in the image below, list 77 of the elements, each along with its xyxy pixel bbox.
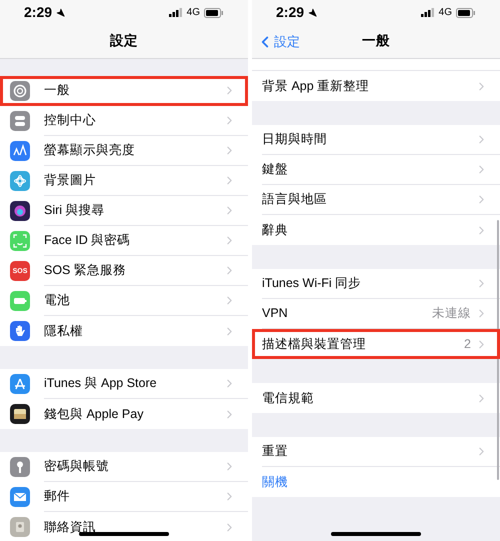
- settings-row[interactable]: 螢幕顯示與亮度: [0, 136, 248, 166]
- row-label: 控制中心: [44, 112, 96, 130]
- row-value: 未連線: [432, 305, 471, 322]
- row-label: 郵件: [44, 488, 70, 506]
- row-label: Face ID 與密碼: [44, 232, 130, 250]
- signal-icon: [168, 8, 183, 17]
- settings-row[interactable]: 郵件: [0, 482, 248, 512]
- settings-row[interactable]: 控制中心: [0, 106, 248, 136]
- settings-row[interactable]: 一般: [0, 76, 248, 106]
- location-icon: [56, 8, 66, 17]
- row-label: 錢包與 Apple Pay: [44, 406, 144, 423]
- settings-icon: [10, 111, 30, 131]
- battery-icon: [456, 8, 476, 18]
- row-label: 密碼與帳號: [44, 458, 109, 476]
- row-label: 重置: [262, 443, 288, 460]
- settings-icon: [10, 404, 30, 424]
- settings-row[interactable]: 電信規範: [252, 383, 500, 413]
- row-label: 隱私權: [44, 322, 83, 340]
- back-button[interactable]: 設定: [256, 32, 300, 52]
- nav-title: 設定: [110, 32, 138, 50]
- row-label: 日期與時間: [262, 131, 327, 148]
- settings-icon: [10, 141, 30, 161]
- settings-icon: [10, 374, 30, 394]
- row-label: 關機: [262, 474, 288, 491]
- settings-row[interactable]: Face ID 與密碼: [0, 226, 248, 256]
- settings-icon: [10, 457, 30, 477]
- settings-row[interactable]: 電池: [0, 286, 248, 316]
- settings-row[interactable]: 日期與時間: [252, 125, 500, 155]
- network-label: 4G: [438, 6, 452, 20]
- row-label: VPN: [262, 305, 288, 322]
- settings-row[interactable]: 語言與地區: [252, 185, 500, 215]
- settings-icon: [10, 321, 30, 341]
- row-label: 鍵盤: [262, 161, 288, 178]
- settings-row[interactable]: 背景 App 重新整理: [252, 71, 500, 101]
- settings-row[interactable]: 鍵盤: [252, 155, 500, 185]
- row-label: 聯絡資訊: [44, 518, 96, 536]
- settings-row[interactable]: 描述檔與裝置管理 2: [252, 329, 500, 359]
- settings-row[interactable]: 錢包與 Apple Pay: [0, 399, 248, 429]
- status-time: 2:29: [276, 3, 304, 22]
- row-label: SOS 緊急服務: [44, 262, 126, 280]
- row-label: 電池: [44, 292, 70, 310]
- row-label: iTunes 與 App Store: [44, 375, 157, 392]
- row-label: 一般: [44, 82, 70, 100]
- settings-icon: [10, 231, 30, 251]
- settings-icon: [10, 81, 30, 101]
- settings-row[interactable]: 聯絡資訊: [0, 512, 248, 541]
- row-label: 背景 App 重新整理: [262, 78, 370, 95]
- settings-row[interactable]: 重置: [252, 437, 500, 467]
- row-label: 螢幕顯示與亮度: [44, 142, 135, 160]
- nav-title: 一般: [362, 32, 390, 50]
- settings-icon: [10, 487, 30, 507]
- settings-row[interactable]: VPN 未連線: [252, 299, 500, 329]
- row-label: 語言與地區: [262, 191, 327, 208]
- settings-row[interactable]: 背景圖片: [0, 166, 248, 196]
- settings-icon: [10, 171, 30, 191]
- row-value: 2: [464, 336, 471, 353]
- settings-row[interactable]: 隱私權: [0, 316, 248, 346]
- status-time: 2:29: [24, 3, 52, 22]
- row-label: 背景圖片: [44, 172, 96, 190]
- signal-icon: [420, 8, 435, 17]
- settings-row[interactable]: 密碼與帳號: [0, 452, 248, 482]
- settings-icon: [10, 291, 30, 311]
- settings-icon: [10, 517, 30, 537]
- settings-row[interactable]: Siri 與搜尋: [0, 196, 248, 226]
- settings-icon: [10, 201, 30, 221]
- battery-icon: [204, 8, 224, 18]
- settings-row[interactable]: 辭典: [252, 215, 500, 245]
- settings-row[interactable]: 關機: [252, 467, 500, 497]
- row-label: 電信規範: [262, 390, 314, 407]
- settings-row[interactable]: iTunes 與 App Store: [0, 369, 248, 399]
- row-label: Siri 與搜尋: [44, 202, 105, 220]
- location-icon: [308, 8, 318, 17]
- network-label: 4G: [186, 6, 200, 20]
- settings-row[interactable]: iTunes Wi-Fi 同步: [252, 269, 500, 299]
- row-label: 辭典: [262, 222, 288, 239]
- row-label: 描述檔與裝置管理: [262, 336, 366, 353]
- row-label: iTunes Wi-Fi 同步: [262, 275, 362, 292]
